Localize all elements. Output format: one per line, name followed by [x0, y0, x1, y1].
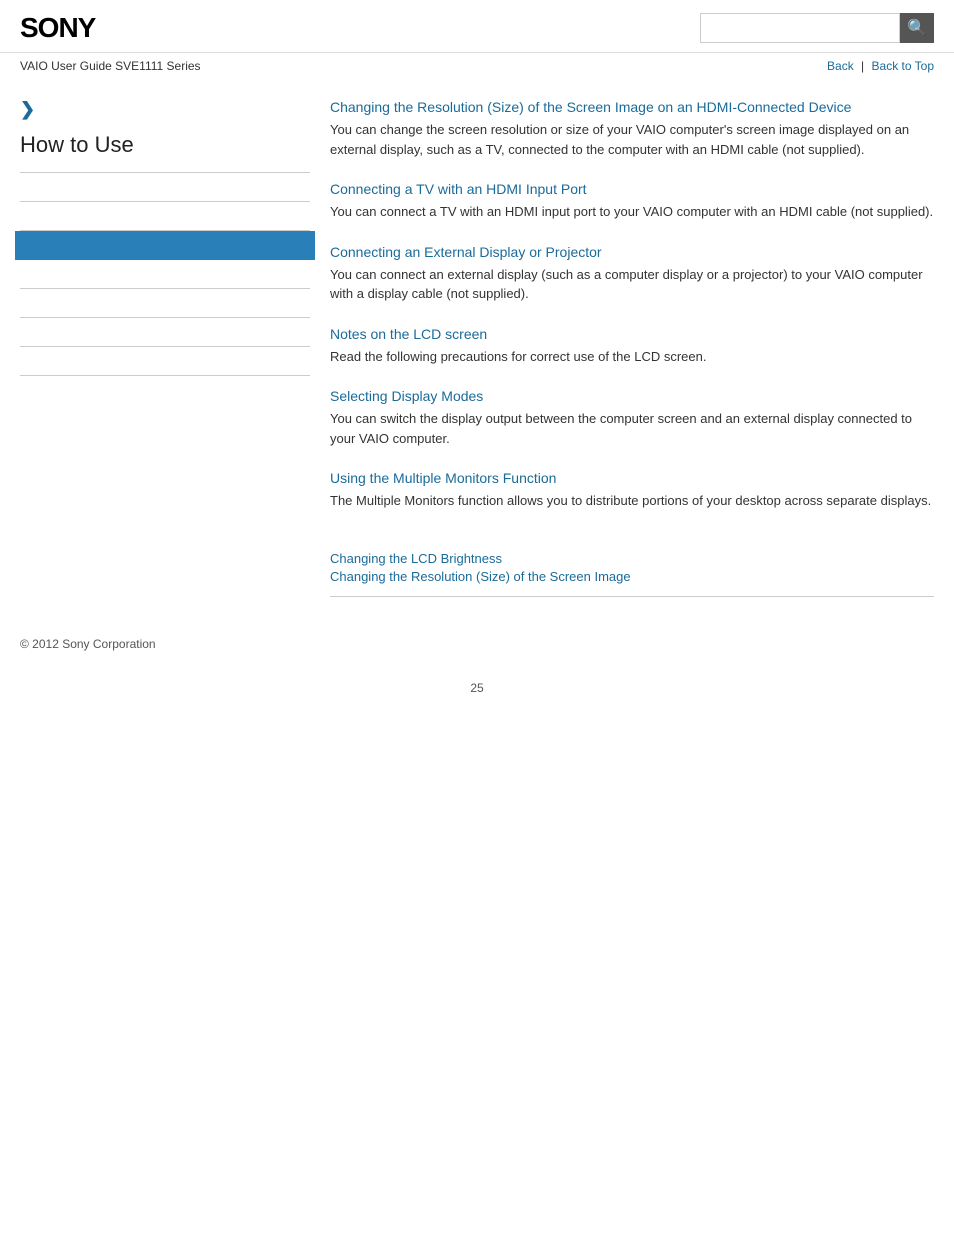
section-4-link[interactable]: Notes on the LCD screen [330, 326, 487, 342]
sidebar-item-1[interactable] [20, 172, 310, 202]
sidebar-arrow[interactable]: ❯ [20, 99, 310, 120]
sidebar-items [20, 172, 310, 376]
nav-links: Back | Back to Top [827, 59, 934, 73]
sidebar-item-4[interactable] [20, 260, 310, 289]
guide-title: VAIO User Guide SVE1111 Series [20, 59, 201, 73]
main-container: ❯ How to Use Changing the Resolution (Si… [0, 79, 954, 617]
search-icon: 🔍 [907, 18, 927, 38]
subheader: VAIO User Guide SVE1111 Series Back | Ba… [0, 53, 954, 79]
bottom-divider [330, 596, 934, 597]
section-2-desc: You can connect a TV with an HDMI input … [330, 202, 934, 222]
section-6-link[interactable]: Using the Multiple Monitors Function [330, 470, 556, 486]
section-1-desc: You can change the screen resolution or … [330, 120, 934, 159]
section-1: Changing the Resolution (Size) of the Sc… [330, 99, 934, 159]
sidebar-title: How to Use [20, 132, 310, 158]
section-5: Selecting Display Modes You can switch t… [330, 388, 934, 448]
section-3: Connecting an External Display or Projec… [330, 244, 934, 304]
section-4: Notes on the LCD screen Read the followi… [330, 326, 934, 367]
section-2-link[interactable]: Connecting a TV with an HDMI Input Port [330, 181, 587, 197]
section-6-desc: The Multiple Monitors function allows yo… [330, 491, 934, 511]
sidebar-item-2[interactable] [20, 202, 310, 231]
section-6: Using the Multiple Monitors Function The… [330, 470, 934, 511]
copyright: © 2012 Sony Corporation [20, 637, 156, 651]
section-3-link[interactable]: Connecting an External Display or Projec… [330, 244, 602, 260]
section-4-desc: Read the following precautions for corre… [330, 347, 934, 367]
nav-separator: | [861, 59, 864, 73]
sidebar-item-5[interactable] [20, 289, 310, 318]
section-1-link[interactable]: Changing the Resolution (Size) of the Sc… [330, 99, 851, 115]
sidebar-item-3-active[interactable] [15, 231, 315, 260]
bottom-links: Changing the LCD Brightness Changing the… [330, 541, 934, 597]
bottom-link-2[interactable]: Changing the Resolution (Size) of the Sc… [330, 569, 934, 584]
bottom-link-1[interactable]: Changing the LCD Brightness [330, 551, 934, 566]
search-input[interactable] [700, 13, 900, 43]
sidebar-item-6[interactable] [20, 318, 310, 347]
sidebar-item-7[interactable] [20, 347, 310, 376]
sony-logo: SONY [20, 12, 95, 44]
section-5-link[interactable]: Selecting Display Modes [330, 388, 483, 404]
footer: © 2012 Sony Corporation [0, 617, 954, 671]
search-button[interactable]: 🔍 [900, 13, 934, 43]
page-number: 25 [0, 681, 954, 695]
section-5-desc: You can switch the display output betwee… [330, 409, 934, 448]
back-link[interactable]: Back [827, 59, 854, 73]
section-3-desc: You can connect an external display (suc… [330, 265, 934, 304]
sidebar: ❯ How to Use [20, 89, 330, 597]
back-to-top-link[interactable]: Back to Top [872, 59, 934, 73]
header: SONY 🔍 [0, 0, 954, 53]
content-area: Changing the Resolution (Size) of the Sc… [330, 89, 934, 597]
search-box: 🔍 [700, 13, 934, 43]
section-2: Connecting a TV with an HDMI Input Port … [330, 181, 934, 222]
